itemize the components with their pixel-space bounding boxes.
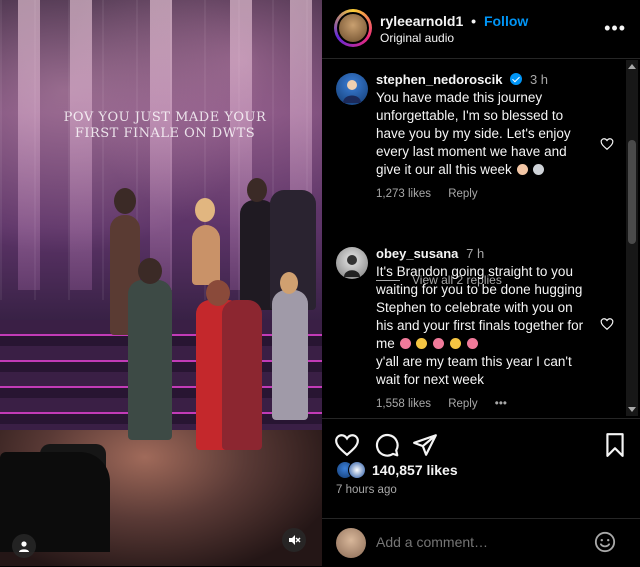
comments-scrollbar[interactable] [626,60,638,416]
separator-dot: • [471,13,477,29]
commenter-avatar[interactable] [336,247,368,279]
comment-bubble-icon[interactable] [374,432,400,458]
dancer-head [247,178,267,202]
author-info: ryleearnold1 • Follow [380,13,528,29]
post-timestamp[interactable]: 7 hours ago [336,484,397,496]
commenter-username[interactable]: obey_susana [376,246,458,261]
add-comment-bar [322,518,640,567]
stage-light-pillar [18,0,40,290]
comment-likes[interactable]: 1,273 likes [376,188,431,200]
comment-more-button[interactable]: ••• [495,398,507,410]
dancer-head [138,258,162,284]
author-username[interactable]: ryleearnold1 [380,13,463,29]
disco-ball-emoji-icon [533,164,545,175]
heart-hands-emoji-icon [516,164,528,175]
stage-light-pillar [70,0,92,290]
heart-icon[interactable] [600,317,614,331]
commenter-avatar[interactable] [336,73,368,105]
bookmark-icon[interactable] [602,432,628,458]
dancer-head [280,272,298,294]
comment-time: 7 h [466,246,485,261]
caption-line: FIRST FINALE ON DWTS [74,126,256,141]
scroll-up-arrow-icon[interactable] [628,64,636,69]
reel-video[interactable]: POV YOU JUST MADE YOUR FIRST FINALE ON D… [0,0,322,566]
stage-light-pillar [150,0,172,290]
current-user-avatar [336,528,366,558]
liker-avatar [348,461,366,479]
user-tag-button[interactable] [12,534,36,558]
person-silhouette-icon [344,255,360,277]
emoji-icon [466,338,478,349]
reply-button[interactable]: Reply [448,188,477,200]
comment-text: y'all are my team this year I can't wait… [376,354,572,387]
dancer-figure [272,290,308,420]
dancer-figure [128,280,172,440]
user-tag-icon [19,541,29,552]
emoji-icon [399,338,411,349]
post-header: ryleearnold1 • Follow Original audio ••• [322,0,640,59]
comments-list[interactable]: stephen_nedoroscik 3 h You have made thi… [322,59,640,416]
audio-label[interactable]: Original audio [380,31,454,45]
author-avatar-image [337,12,369,44]
comment-body: stephen_nedoroscik 3 h You have made thi… [376,71,586,203]
emoji-icon [433,338,445,349]
speaker-muted-icon [289,535,301,545]
comment-likes[interactable]: 1,558 likes [376,398,431,410]
emoji-icon [416,338,428,349]
emoji-icon [449,338,461,349]
scrollbar-thumb[interactable] [628,140,636,244]
person-silhouette-icon [343,80,361,103]
author-avatar[interactable] [334,9,372,47]
likes-summary[interactable]: 140,857 likes [336,461,458,479]
more-options-button[interactable]: ••• [604,18,626,39]
scroll-down-arrow-icon[interactable] [628,407,636,412]
emoji-picker-icon[interactable] [594,531,616,553]
heart-icon[interactable] [600,137,614,151]
dancer-head [195,198,215,222]
dancer-head [114,188,136,214]
likes-count[interactable]: 140,857 likes [372,462,458,478]
commenter-username[interactable]: stephen_nedoroscik [376,72,502,87]
verified-badge-icon [510,73,523,85]
comment-time: 3 h [529,72,549,87]
like-heart-icon[interactable] [334,432,360,458]
add-comment-input[interactable] [376,531,596,553]
post-sidebar: ryleearnold1 • Follow Original audio •••… [322,0,640,566]
share-paper-plane-icon[interactable] [412,432,438,458]
follow-button[interactable]: Follow [484,13,528,29]
mute-button[interactable] [282,528,306,552]
video-caption: POV YOU JUST MADE YOUR FIRST FINALE ON D… [40,110,290,142]
dancer-figure [222,300,262,450]
caption-line: POV YOU JUST MADE YOUR [63,110,267,125]
comment-body: obey_susana 7 h It's Brandon going strai… [376,245,586,413]
reply-button[interactable]: Reply [448,398,477,410]
dancer-figure [192,225,220,285]
